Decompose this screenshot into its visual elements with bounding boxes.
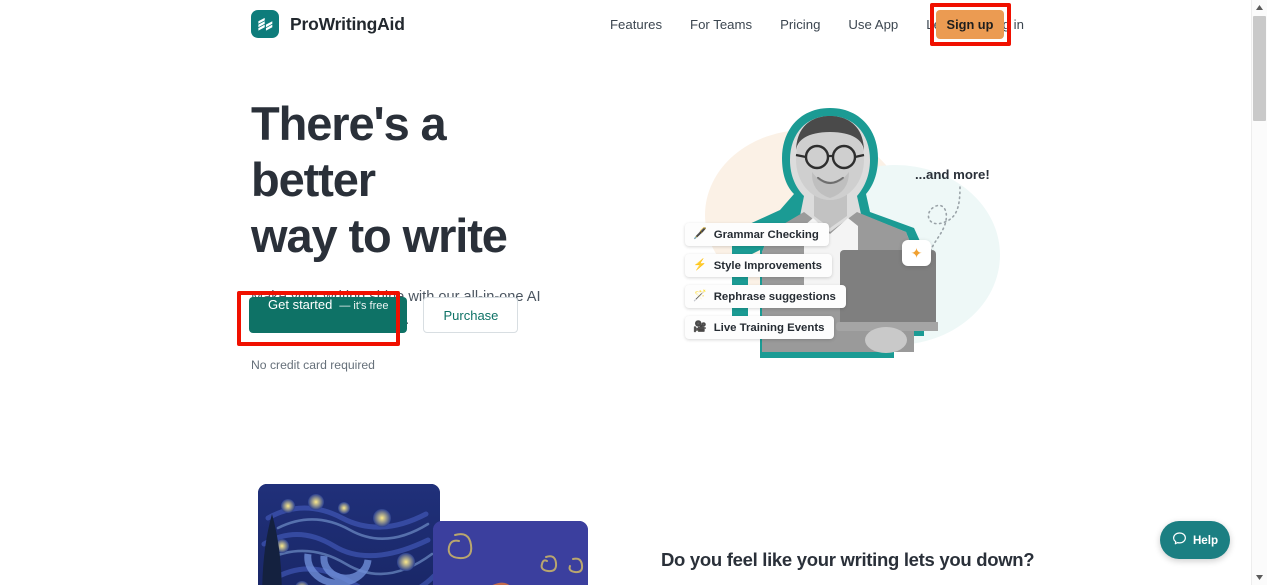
book-pages-icon	[251, 10, 279, 38]
vertical-scrollbar[interactable]	[1251, 0, 1267, 585]
help-widget-button[interactable]: Help	[1160, 521, 1230, 559]
feature-pill-list: 🖋️ Grammar Checking ⚡ Style Improvements…	[685, 223, 846, 339]
chat-bubble-icon	[1172, 531, 1187, 549]
feature-pill-style-improvements: ⚡ Style Improvements	[685, 254, 832, 277]
magic-wand-icon: 🪄	[693, 290, 707, 302]
get-started-free-note: — it's free	[339, 300, 389, 312]
feature-pill-label: Live Training Events	[713, 321, 825, 334]
no-credit-card-note: No credit card required	[251, 358, 375, 372]
feature-pill-label: Grammar Checking	[713, 228, 819, 241]
nav-item-pricing[interactable]: Pricing	[766, 0, 834, 50]
page-content: ProWritingAid Features For Teams Pricing…	[0, 0, 1251, 585]
artwork-card-starry-night	[258, 484, 440, 585]
sign-up-button[interactable]: Sign up	[936, 10, 1004, 39]
hero-title-line-2: way to write	[251, 209, 508, 262]
sign-up-container: Sign up	[930, 3, 1010, 46]
brand-name: ProWritingAid	[290, 13, 405, 34]
hero-illustration: ...and more! ✦ 🖋️ Grammar Checking ⚡ Sty…	[640, 95, 1040, 370]
hero-cta-row: Get started — it's free Purchase	[249, 297, 519, 333]
scroll-up-arrow-icon[interactable]	[1252, 0, 1267, 15]
feature-pill-grammar-checking: 🖋️ Grammar Checking	[685, 223, 829, 246]
brand-logo-link[interactable]: ProWritingAid	[251, 10, 405, 38]
browser-viewport: ProWritingAid Features For Teams Pricing…	[0, 0, 1267, 585]
nav-item-features[interactable]: Features	[596, 0, 676, 50]
help-widget-label: Help	[1192, 533, 1219, 547]
feature-pill-live-training-events: 🎥 Live Training Events	[685, 316, 835, 339]
artwork-card-doodles	[433, 521, 588, 585]
purchase-button[interactable]: Purchase	[423, 297, 519, 333]
nav-item-for-teams[interactable]: For Teams	[676, 0, 766, 50]
get-started-button[interactable]: Get started — it's free	[249, 297, 408, 333]
sparkle-icon: ✦	[902, 240, 931, 266]
section-heading-writing-question: Do you feel like your writing lets you d…	[661, 549, 1035, 570]
scrollbar-thumb[interactable]	[1253, 16, 1266, 121]
site-header: ProWritingAid Features For Teams Pricing…	[0, 0, 1251, 50]
nav-item-use-app[interactable]: Use App	[834, 0, 912, 50]
get-started-label: Get started	[268, 297, 333, 312]
hero-title-line-1: There's a better	[251, 97, 447, 206]
and-more-annotation: ...and more!	[915, 167, 990, 182]
page-title: There's a better way to write	[251, 96, 581, 264]
scroll-down-arrow-icon[interactable]	[1252, 570, 1267, 585]
pen-icon: 🖋️	[693, 228, 707, 240]
feature-pill-label: Style Improvements	[713, 259, 822, 272]
feature-pill-rephrase-suggestions: 🪄 Rephrase suggestions	[685, 285, 846, 308]
video-camera-icon: 🎥	[693, 321, 707, 333]
feature-pill-label: Rephrase suggestions	[713, 290, 836, 303]
lightning-icon: ⚡	[693, 259, 707, 271]
